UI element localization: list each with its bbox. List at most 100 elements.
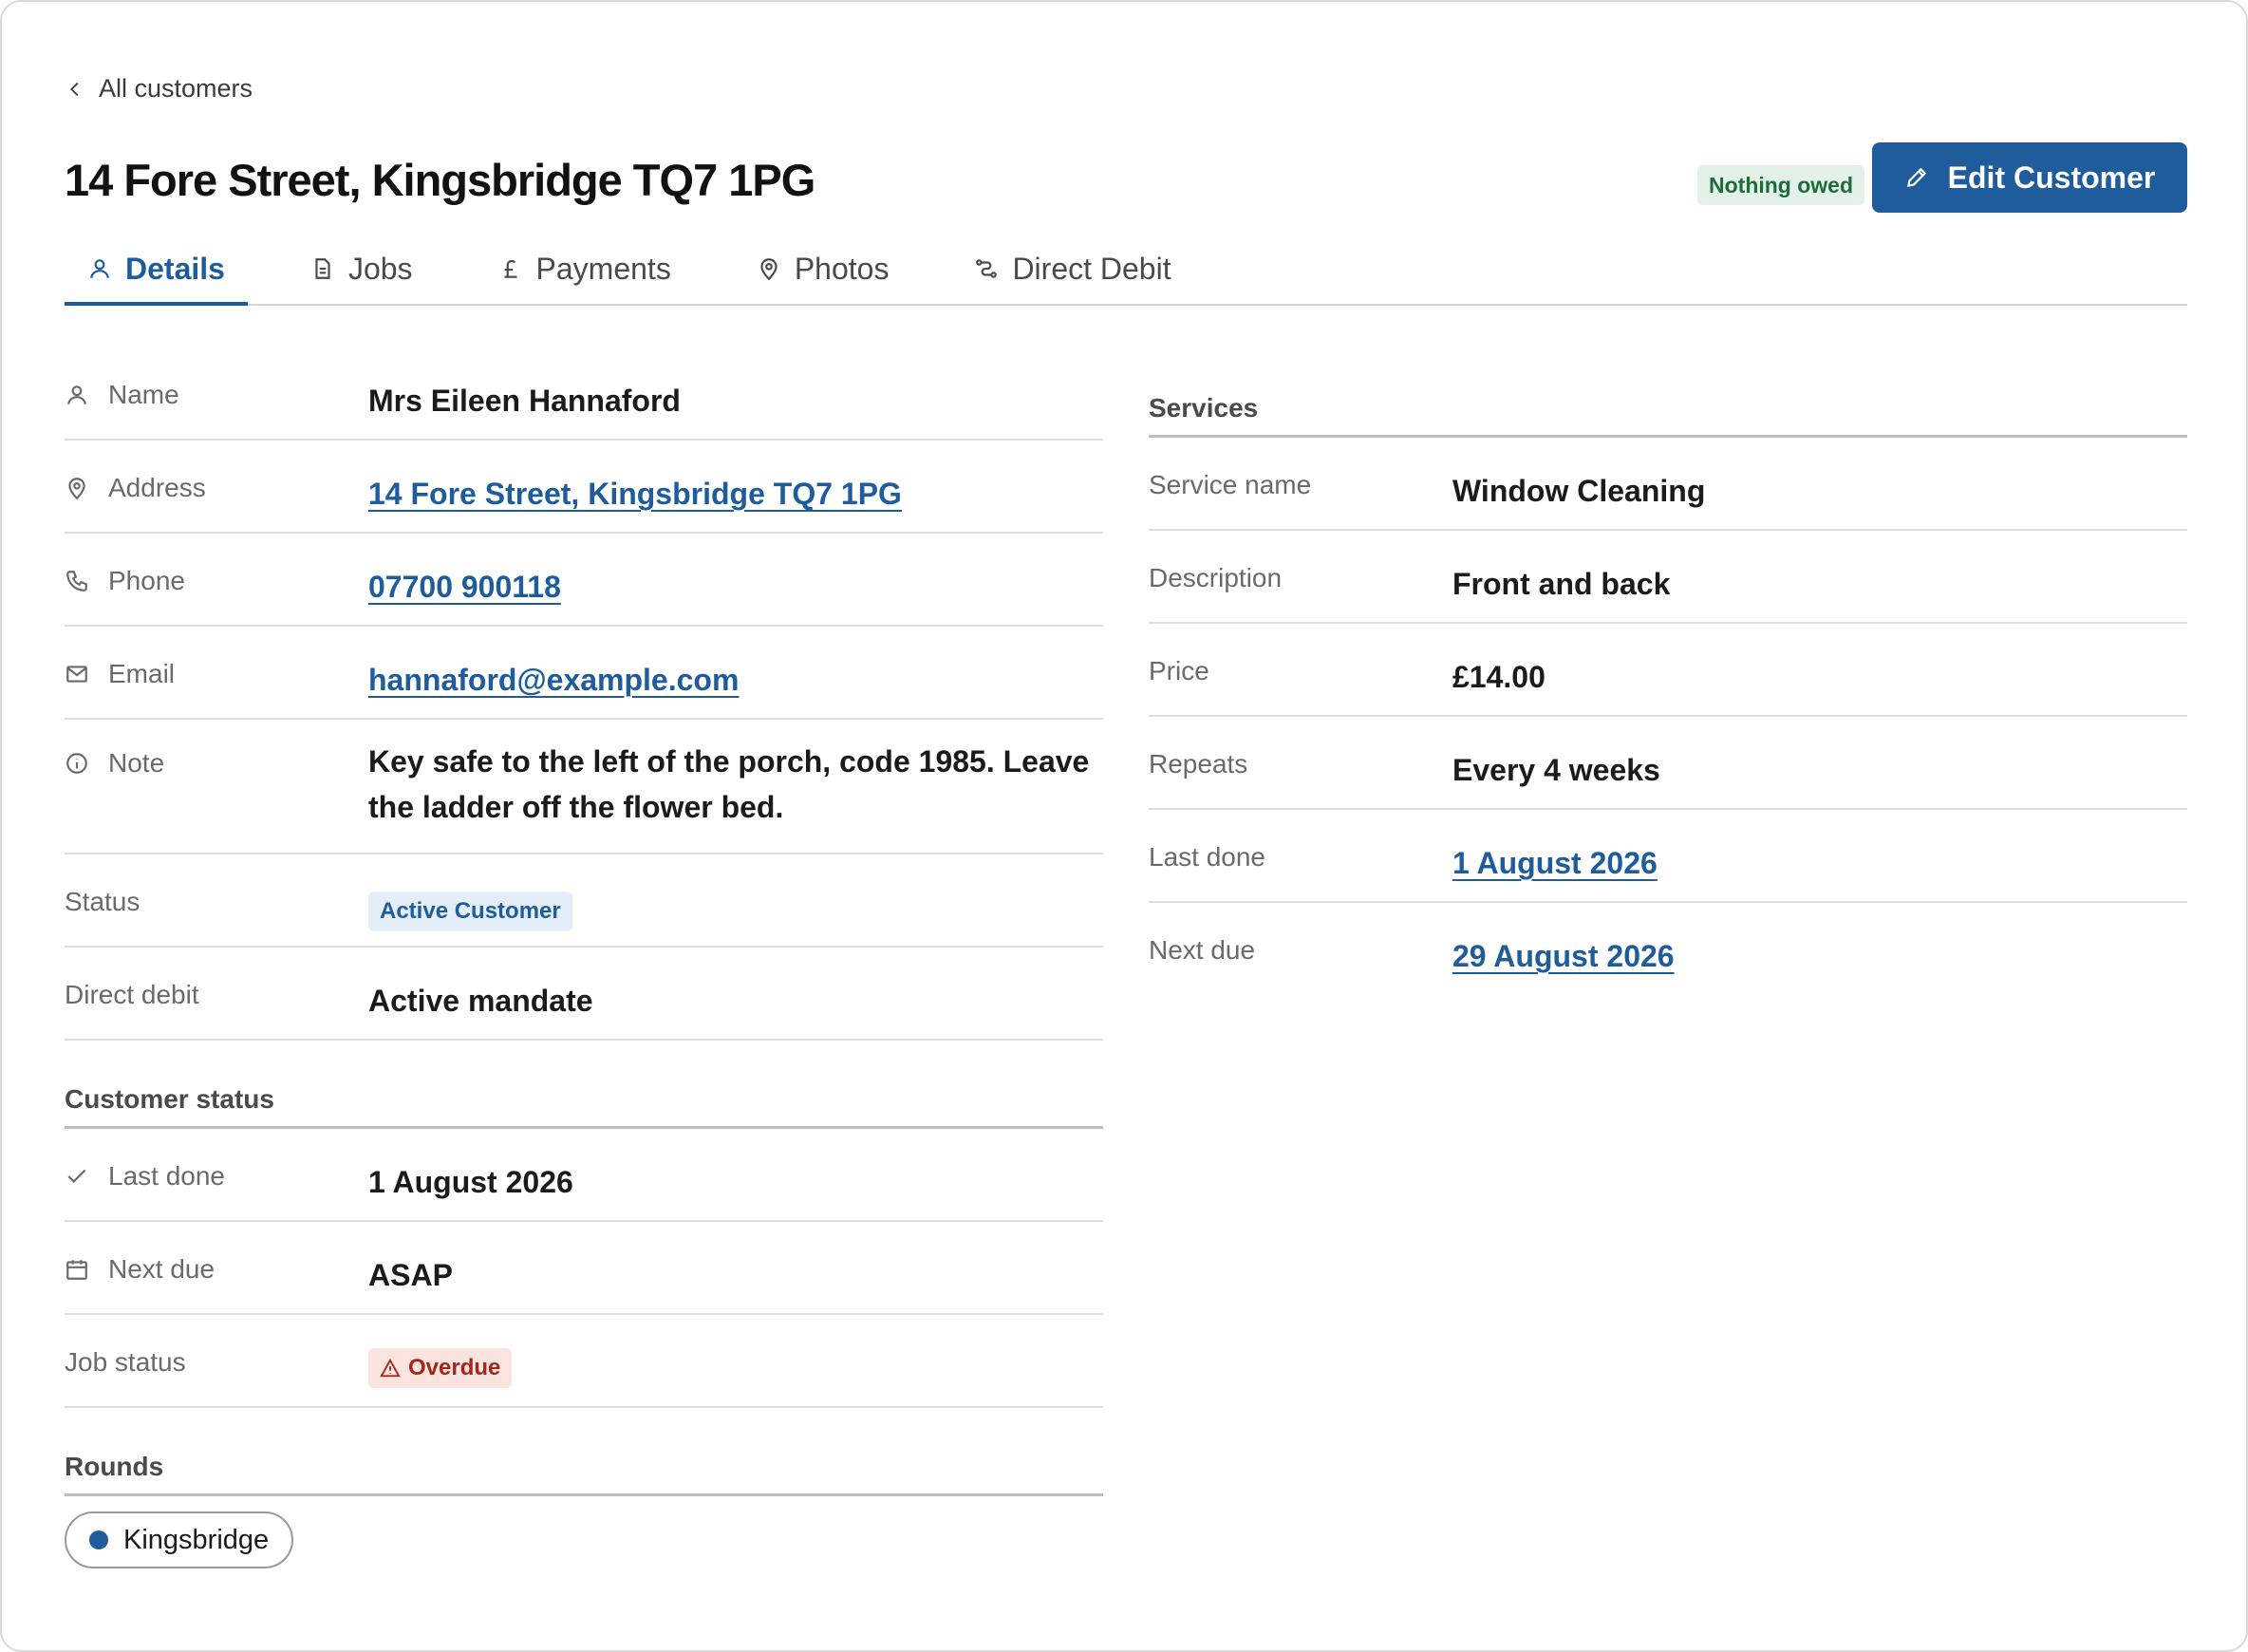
- detail-label: Direct debit: [65, 948, 368, 1010]
- repeats-value: Every 4 weeks: [1452, 753, 1660, 787]
- email-link[interactable]: hannaford@example.com: [368, 663, 739, 697]
- service-name-value: Window Cleaning: [1452, 474, 1706, 508]
- calendar-icon: [66, 1260, 87, 1280]
- route-icon: [976, 259, 998, 278]
- tab-direct-debit[interactable]: Direct Debit: [951, 234, 1193, 304]
- price-value: £14.00: [1452, 660, 1546, 694]
- person-icon: [90, 259, 109, 278]
- chevron-left-icon: [70, 82, 79, 96]
- direct-debit-label: Direct debit: [65, 980, 199, 1009]
- detail-label: Description: [1149, 531, 1452, 593]
- back-link-label: All customers: [99, 74, 253, 103]
- detail-row-email: Email hannaford@example.com: [65, 627, 1103, 720]
- tab-payments[interactable]: Payments: [476, 234, 694, 304]
- detail-label: Service name: [1149, 438, 1452, 500]
- pencil-icon: [1906, 167, 1926, 188]
- document-icon: [315, 258, 330, 279]
- service-last-done-label: Last done: [1149, 842, 1265, 872]
- address-link[interactable]: 14 Fore Street, Kingsbridge TQ7 1PG: [368, 477, 902, 511]
- phone-label: Phone: [108, 566, 185, 595]
- description-value: Front and back: [1452, 567, 1671, 601]
- detail-label: Next due: [1149, 903, 1452, 966]
- rounds-heading: Rounds: [65, 1452, 1103, 1496]
- phone-link[interactable]: 07700 900118: [368, 570, 561, 604]
- phone-icon: [66, 571, 87, 591]
- pound-icon: [504, 259, 517, 278]
- tab-label: Photos: [794, 251, 890, 286]
- status-row-job-status: Job status Overdue: [65, 1315, 1103, 1408]
- detail-label: Email: [65, 627, 368, 689]
- round-chip[interactable]: Kingsbridge: [65, 1511, 294, 1568]
- balance-badge: Nothing owed: [1697, 165, 1865, 205]
- back-link[interactable]: All customers: [65, 74, 253, 103]
- mail-icon: [66, 666, 87, 683]
- direct-debit-value: Active mandate: [368, 984, 593, 1018]
- tab-details[interactable]: Details: [65, 234, 248, 306]
- detail-label: Last done: [65, 1129, 368, 1192]
- last-done-value: 1 August 2026: [368, 1165, 573, 1199]
- service-row-repeats: Repeats Every 4 weeks: [1149, 717, 2187, 810]
- note-label: Note: [108, 748, 165, 778]
- detail-label: Phone: [65, 534, 368, 596]
- service-row-description: Description Front and back: [1149, 531, 2187, 624]
- overdue-label: Overdue: [408, 1355, 501, 1380]
- description-label: Description: [1149, 563, 1283, 592]
- overdue-badge: Overdue: [368, 1348, 513, 1388]
- service-next-due-link[interactable]: 29 August 2026: [1452, 939, 1675, 973]
- detail-label: Note: [65, 720, 368, 779]
- detail-label: Price: [1149, 624, 1452, 686]
- edit-customer-button[interactable]: Edit Customer: [1872, 142, 2187, 213]
- repeats-label: Repeats: [1149, 749, 1248, 779]
- services-panel: Services Service name Window Cleaning De…: [1149, 347, 2187, 996]
- service-next-due-label: Next due: [1149, 935, 1256, 965]
- status-label: Status: [65, 887, 140, 916]
- service-last-done-link[interactable]: 1 August 2026: [1452, 846, 1658, 880]
- location-pin-icon: [68, 478, 85, 500]
- round-name: Kingsbridge: [123, 1524, 270, 1555]
- page-title: 14 Fore Street, Kingsbridge TQ7 1PG: [65, 155, 815, 205]
- service-name-label: Service name: [1149, 470, 1312, 499]
- round-color-dot: [89, 1530, 108, 1549]
- detail-row-direct-debit: Direct debit Active mandate: [65, 948, 1103, 1041]
- detail-row-status: Status Active Customer: [65, 854, 1103, 948]
- detail-label: Address: [65, 441, 368, 503]
- info-icon: [66, 753, 87, 774]
- detail-label: Last done: [1149, 810, 1452, 873]
- customer-note: Key safe to the left of the porch, code …: [368, 744, 1090, 824]
- last-done-label: Last done: [108, 1161, 225, 1191]
- next-due-value: ASAP: [368, 1258, 453, 1292]
- tab-label: Direct Debit: [1012, 251, 1171, 286]
- person-icon: [67, 385, 86, 404]
- customer-page: All customers 14 Fore Street, Kingsbridg…: [0, 0, 2248, 1652]
- detail-row-name: Name Mrs Eileen Hannaford: [65, 347, 1103, 441]
- detail-row-address: Address 14 Fore Street, Kingsbridge TQ7 …: [65, 441, 1103, 534]
- service-row-next-due: Next due 29 August 2026: [1149, 903, 2187, 996]
- check-icon: [67, 1169, 86, 1183]
- email-label: Email: [108, 659, 176, 688]
- services-heading: Services: [1149, 393, 2187, 438]
- address-label: Address: [108, 473, 206, 502]
- details-panel: Name Mrs Eileen Hannaford Address 14 For…: [65, 347, 1103, 1568]
- name-label: Name: [108, 380, 179, 409]
- customer-name: Mrs Eileen Hannaford: [368, 384, 681, 418]
- detail-row-note: Note Key safe to the left of the porch, …: [65, 720, 1103, 854]
- service-row-name: Service name Window Cleaning: [1149, 438, 2187, 531]
- detail-label: Job status: [65, 1315, 368, 1378]
- detail-label: Next due: [65, 1222, 368, 1285]
- detail-label: Name: [65, 347, 368, 410]
- job-status-label: Job status: [65, 1347, 186, 1377]
- tab-label: Jobs: [347, 251, 413, 286]
- warning-icon: [380, 1358, 401, 1378]
- detail-label: Status: [65, 854, 368, 917]
- status-badge: Active Customer: [368, 892, 572, 931]
- customer-status-heading: Customer status: [65, 1084, 1103, 1129]
- detail-label: Repeats: [1149, 717, 1452, 779]
- tab-jobs[interactable]: Jobs: [288, 234, 436, 304]
- tab-label: Details: [125, 251, 225, 286]
- status-row-next-due: Next due ASAP: [65, 1222, 1103, 1315]
- tab-photos[interactable]: Photos: [734, 234, 912, 304]
- edit-customer-label: Edit Customer: [1947, 160, 2156, 195]
- tab-bar: Details Jobs Payments Photos Direct Debi…: [65, 234, 2187, 306]
- status-row-last-done: Last done 1 August 2026: [65, 1129, 1103, 1222]
- next-due-label: Next due: [108, 1254, 215, 1284]
